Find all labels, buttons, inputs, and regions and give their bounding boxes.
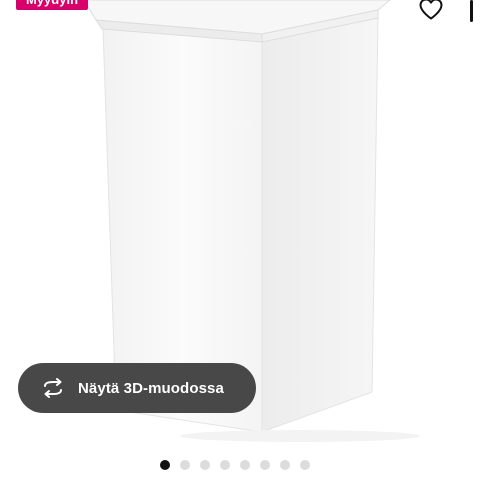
bin-shadow xyxy=(180,430,420,442)
carousel-dot[interactable] xyxy=(300,460,310,470)
carousel-dot[interactable] xyxy=(220,460,230,470)
bestseller-badge: Myydyin xyxy=(16,0,89,10)
carousel-dot[interactable] xyxy=(200,460,210,470)
carousel-dot[interactable] xyxy=(240,460,250,470)
scrollbar-thumb[interactable] xyxy=(470,0,473,22)
view-3d-button[interactable]: Näytä 3D-muodossa xyxy=(18,363,256,413)
rotate-3d-icon xyxy=(40,378,66,398)
favorite-button[interactable] xyxy=(416,0,446,24)
carousel-dot[interactable] xyxy=(280,460,290,470)
carousel-pagination xyxy=(160,459,320,471)
product-page: Myydyin Näytä 3D-muodossa xyxy=(0,0,480,480)
carousel-dot[interactable] xyxy=(180,460,190,470)
heart-icon xyxy=(419,0,443,20)
carousel-dot[interactable] xyxy=(160,460,170,470)
bin-side xyxy=(261,17,379,433)
carousel-dot[interactable] xyxy=(260,460,270,470)
view-3d-label: Näytä 3D-muodossa xyxy=(78,379,224,397)
